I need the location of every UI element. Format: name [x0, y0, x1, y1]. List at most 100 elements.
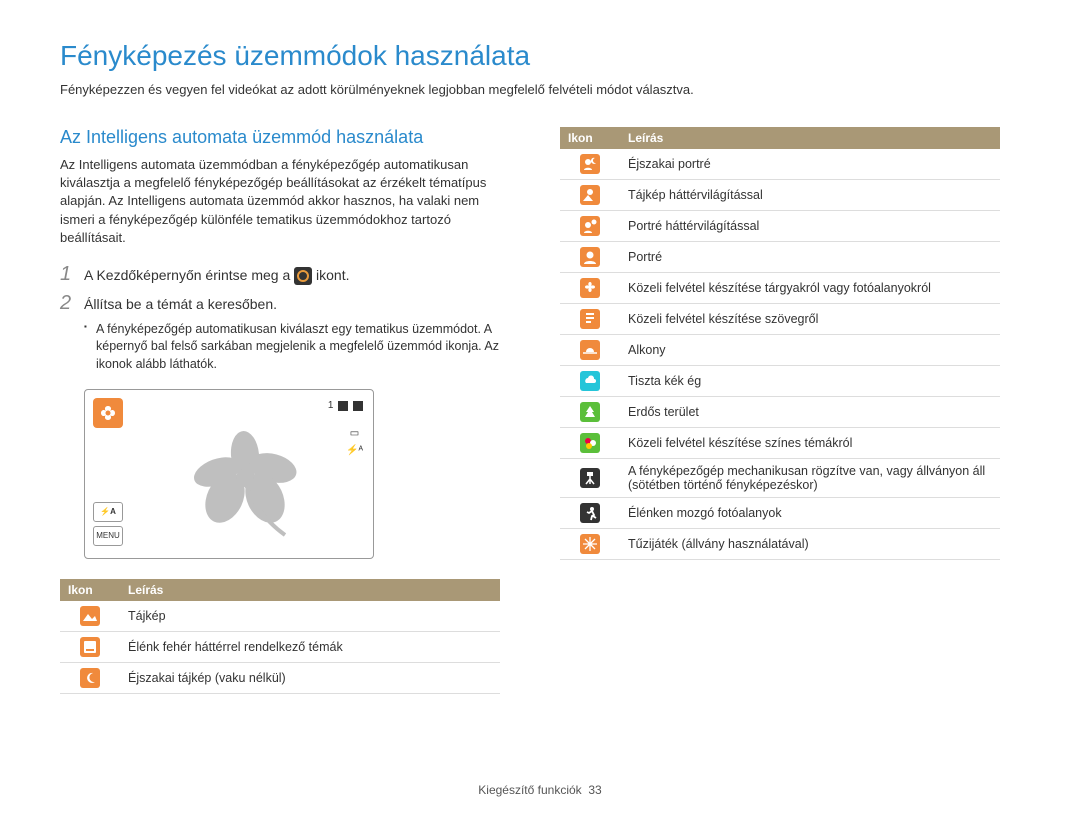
th-desc: Leírás [120, 579, 500, 601]
menu-button: MENU [93, 526, 123, 546]
step-2-number: 2 [60, 292, 84, 315]
right_table-icon-cell [560, 428, 620, 459]
right_table-icon-cell [560, 459, 620, 498]
footer-section: Kiegészítő funkciók [478, 783, 581, 797]
step-1-pre: A Kezdőképernyőn érintse meg a [84, 267, 294, 283]
action-icon [580, 503, 600, 523]
page-title: Fényképezés üzemmódok használata [60, 40, 1020, 72]
right_table-label: A fényképezőgép mechanikusan rögzítve va… [620, 459, 1000, 498]
macro-mode-icon [93, 398, 123, 428]
nightland-icon [80, 668, 100, 688]
forest-icon [580, 402, 600, 422]
sunset-icon [580, 340, 600, 360]
right_table-icon-cell [560, 211, 620, 242]
right_table-label: Közeli felvétel készítése tárgyakról vag… [620, 273, 1000, 304]
th-desc-r: Leírás [620, 127, 1000, 149]
right_table-row: Tűzijáték (állvány használatával) [560, 529, 1000, 560]
right_table-icon-cell [560, 242, 620, 273]
right_table-row: Közeli felvétel készítése tárgyakról vag… [560, 273, 1000, 304]
right_table-label: Közeli felvétel készítése szövegről [620, 304, 1000, 335]
left-column: Az Intelligens automata üzemmód használa… [60, 127, 500, 694]
right_table-row: Portré [560, 242, 1000, 273]
flash-button: ⚡A [93, 502, 123, 522]
footer-page-number: 33 [588, 783, 601, 797]
left-icon-table: Ikon Leírás TájképÉlénk fehér háttérrel … [60, 579, 500, 694]
th-icon: Ikon [60, 579, 120, 601]
tripod-icon [580, 468, 600, 488]
right_table-row: Tájkép háttérvilágítással [560, 180, 1000, 211]
right_table-icon-cell [560, 180, 620, 211]
step-2-bullet: A fényképezőgép automatikusan kiválaszt … [84, 321, 500, 374]
macrotext-icon [580, 309, 600, 329]
step-1: 1 A Kezdőképernyőn érintse meg a ikont. [60, 263, 500, 286]
left_table-row: Élénk fehér háttérrel rendelkező témák [60, 632, 500, 663]
right_table-icon-cell [560, 498, 620, 529]
whitebg-icon [80, 637, 100, 657]
right_table-icon-cell [560, 529, 620, 560]
landscape-icon [80, 606, 100, 626]
right_table-row: Erdős terület [560, 397, 1000, 428]
right_table-icon-cell [560, 397, 620, 428]
step-2-text: Állítsa be a témát a keresőben. [84, 294, 277, 315]
left_table-icon-cell [60, 663, 120, 694]
right_table-label: Tűzijáték (állvány használatával) [620, 529, 1000, 560]
left_table-row: Tájkép [60, 601, 500, 632]
backlitland-icon [580, 185, 600, 205]
right_table-row: A fényképezőgép mechanikusan rögzítve va… [560, 459, 1000, 498]
right_table-label: Tiszta kék ég [620, 366, 1000, 397]
right_table-icon-cell [560, 273, 620, 304]
screenshot-bottom-buttons: ⚡A MENU [93, 502, 123, 550]
screenshot-counter: 1 [328, 400, 363, 411]
flash-icon: ⚡ᴬ [346, 445, 363, 456]
flower-graphic [175, 420, 315, 540]
left_table-label: Élénk fehér háttérrel rendelkező témák [120, 632, 500, 663]
left_table-icon-cell [60, 601, 120, 632]
right_table-label: Élénken mozgó fotóalanyok [620, 498, 1000, 529]
right_table-icon-cell [560, 149, 620, 180]
right_table-label: Tájkép háttérvilágítással [620, 180, 1000, 211]
macro-icon [580, 278, 600, 298]
counter-value: 1 [328, 400, 334, 411]
fireworks-icon [580, 534, 600, 554]
portrait-icon [580, 247, 600, 267]
right_table-icon-cell [560, 366, 620, 397]
section-title: Az Intelligens automata üzemmód használa… [60, 127, 500, 148]
left_table-row: Éjszakai tájkép (vaku nélkül) [60, 663, 500, 694]
right_table-label: Alkony [620, 335, 1000, 366]
image-size-icon: ▭ [346, 428, 363, 439]
right_table-label: Portré háttérvilágítással [620, 211, 1000, 242]
right_table-row: Közeli felvétel készítése színes témákró… [560, 428, 1000, 459]
smart-auto-icon [294, 267, 312, 285]
left_table-icon-cell [60, 632, 120, 663]
battery-icon [353, 401, 363, 411]
right_table-row: Portré háttérvilágítással [560, 211, 1000, 242]
right_table-label: Közeli felvétel készítése színes témákró… [620, 428, 1000, 459]
right_table-icon-cell [560, 335, 620, 366]
right_table-row: Tiszta kék ég [560, 366, 1000, 397]
right-column: Ikon Leírás Éjszakai portréTájkép háttér… [560, 127, 1000, 694]
right_table-row: Éjszakai portré [560, 149, 1000, 180]
right_table-row: Élénken mozgó fotóalanyok [560, 498, 1000, 529]
right_table-label: Éjszakai portré [620, 149, 1000, 180]
nightportrait-icon [580, 154, 600, 174]
right_table-row: Közeli felvétel készítése szövegről [560, 304, 1000, 335]
screenshot-side-icons: ▭ ⚡ᴬ [346, 428, 363, 456]
camera-screenshot: 1 ▭ ⚡ᴬ ⚡A MEN [84, 389, 374, 559]
step-1-text: A Kezdőképernyőn érintse meg a ikont. [84, 265, 350, 286]
right_table-label: Portré [620, 242, 1000, 273]
section-desc: Az Intelligens automata üzemmódban a fén… [60, 156, 500, 247]
intro-text: Fényképezzen és vegyen fel videókat az a… [60, 82, 1020, 97]
right_table-row: Alkony [560, 335, 1000, 366]
left_table-label: Éjszakai tájkép (vaku nélkül) [120, 663, 500, 694]
step-2: 2 Állítsa be a témát a keresőben. [60, 292, 500, 315]
left_table-label: Tájkép [120, 601, 500, 632]
content-columns: Az Intelligens automata üzemmód használa… [60, 127, 1020, 694]
step-1-post: ikont. [312, 267, 349, 283]
step-1-number: 1 [60, 263, 84, 286]
macrocolor-icon [580, 433, 600, 453]
memory-icon [338, 401, 348, 411]
right-icon-table: Ikon Leírás Éjszakai portréTájkép háttér… [560, 127, 1000, 560]
bluesky-icon [580, 371, 600, 391]
right_table-icon-cell [560, 304, 620, 335]
th-icon-r: Ikon [560, 127, 620, 149]
